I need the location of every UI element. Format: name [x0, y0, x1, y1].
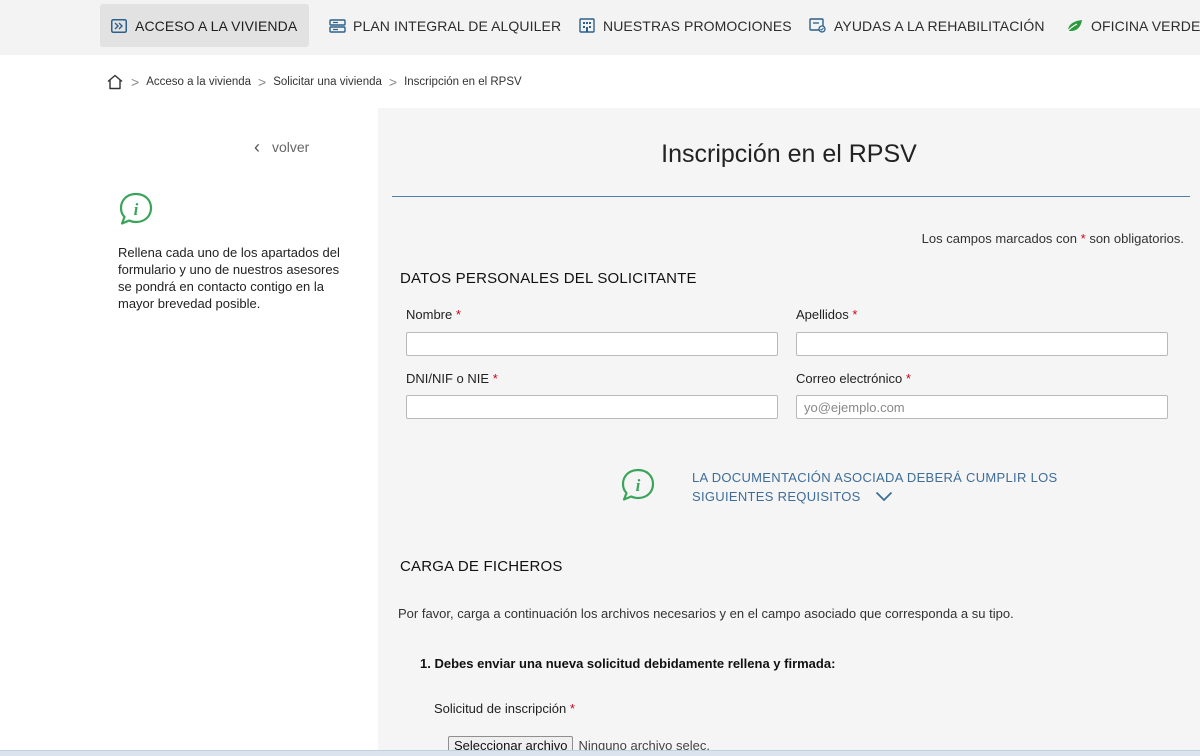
email-field[interactable]	[796, 395, 1168, 419]
required-star: *	[905, 371, 911, 386]
required-star: *	[1080, 231, 1086, 246]
nav-item-label: PLAN INTEGRAL DE ALQUILER	[353, 17, 562, 34]
nav-item-label: AYUDAS A LA REHABILITACIÓN	[834, 17, 1045, 34]
nav-item-label: ACCESO A LA VIVIENDA	[135, 17, 298, 34]
required-note-suffix: son obligatorios.	[1089, 231, 1184, 246]
renovation-icon	[809, 18, 827, 34]
required-note-prefix: Los campos marcados con	[921, 231, 1078, 246]
nombre-label: Nombre *	[406, 307, 461, 322]
breadcrumb-item-solicitar-vivienda[interactable]: Solicitar una vivienda	[273, 76, 382, 88]
title-divider	[392, 196, 1190, 197]
form-panel: Inscripción en el RPSV Los campos marcad…	[378, 108, 1200, 756]
apellidos-field[interactable]	[796, 332, 1168, 356]
nav-item-ayudas-rehabilitacion[interactable]: AYUDAS A LA REHABILITACIÓN	[809, 4, 1045, 47]
info-bubble-icon: i	[118, 192, 154, 231]
breadcrumb-separator: >	[131, 74, 140, 90]
info-bubble-icon: i	[620, 468, 656, 502]
required-star: *	[852, 307, 858, 322]
dni-field[interactable]	[406, 395, 778, 419]
solicitud-upload-label-text: Solicitud de inscripción	[434, 701, 567, 716]
building-icon	[578, 18, 596, 34]
page-title: Inscripción en el RPSV	[661, 140, 917, 168]
files-intro-text: Por favor, carga a continuación los arch…	[398, 606, 1014, 621]
nombre-label-text: Nombre	[406, 307, 453, 322]
home-icon[interactable]	[106, 74, 124, 90]
back-link[interactable]: ‹ volver	[254, 138, 309, 156]
dni-label-text: DNI/NIF o NIE	[406, 371, 490, 386]
required-star: *	[492, 371, 498, 386]
leaf-icon	[1066, 18, 1084, 34]
breadcrumb: > Acceso a la vivienda > Solicitar una v…	[106, 72, 522, 92]
email-label-text: Correo electrónico	[796, 371, 903, 386]
required-star: *	[569, 701, 575, 716]
sidebar: ‹ volver i Rellena cada uno de los apart…	[100, 108, 378, 756]
nombre-field[interactable]	[406, 332, 778, 356]
nav-item-label: NUESTRAS PROMOCIONES	[603, 17, 792, 34]
breadcrumb-item-current: Inscripción en el RPSV	[404, 76, 522, 88]
chevron-down-icon[interactable]	[875, 488, 893, 507]
breadcrumb-separator: >	[258, 74, 267, 90]
nav-item-plan-alquiler[interactable]: PLAN INTEGRAL DE ALQUILER	[328, 4, 561, 47]
back-label: volver	[272, 139, 310, 155]
horizontal-scrollbar[interactable]	[0, 750, 1200, 756]
documentation-requirements-toggle[interactable]: i LA DOCUMENTACIÓN ASOCIADA DEBERÁ CUMPL…	[620, 468, 1140, 507]
svg-text:i: i	[636, 476, 641, 495]
files-heading: CARGA DE FICHEROS	[400, 558, 563, 575]
nav-item-oficina-verde[interactable]: OFICINA VERDE	[1066, 4, 1200, 47]
email-label: Correo electrónico *	[796, 371, 911, 386]
personal-data-heading: DATOS PERSONALES DEL SOLICITANTE	[400, 270, 697, 287]
apellidos-label: Apellidos *	[796, 307, 857, 322]
step-1-heading: 1. Debes enviar una nueva solicitud debi…	[420, 656, 836, 671]
svg-text:i: i	[134, 200, 139, 219]
solicitud-upload-label: Solicitud de inscripción *	[434, 701, 575, 716]
nav-item-label: OFICINA VERDE	[1091, 17, 1200, 34]
breadcrumb-item-acceso-vivienda[interactable]: Acceso a la vivienda	[146, 76, 251, 88]
documentation-requirements-text: LA DOCUMENTACIÓN ASOCIADA DEBERÁ CUMPLIR…	[692, 468, 1140, 507]
apellidos-label-text: Apellidos	[796, 307, 849, 322]
top-navigation: ACCESO A LA VIVIENDA PLAN INTEGRAL DE AL…	[0, 0, 1200, 55]
nav-item-acceso-vivienda[interactable]: ACCESO A LA VIVIENDA	[100, 4, 310, 47]
required-fields-note: Los campos marcados con * son obligatori…	[922, 231, 1184, 246]
cards-icon	[328, 18, 346, 34]
chevron-left-icon: ‹	[254, 137, 260, 157]
enter-icon	[110, 18, 128, 34]
breadcrumb-separator: >	[388, 74, 398, 90]
nav-item-promociones[interactable]: NUESTRAS PROMOCIONES	[578, 4, 792, 47]
dni-label: DNI/NIF o NIE *	[406, 371, 498, 386]
sidebar-info-text: Rellena cada uno de los apartados del fo…	[118, 245, 340, 311]
required-star: *	[455, 307, 461, 322]
